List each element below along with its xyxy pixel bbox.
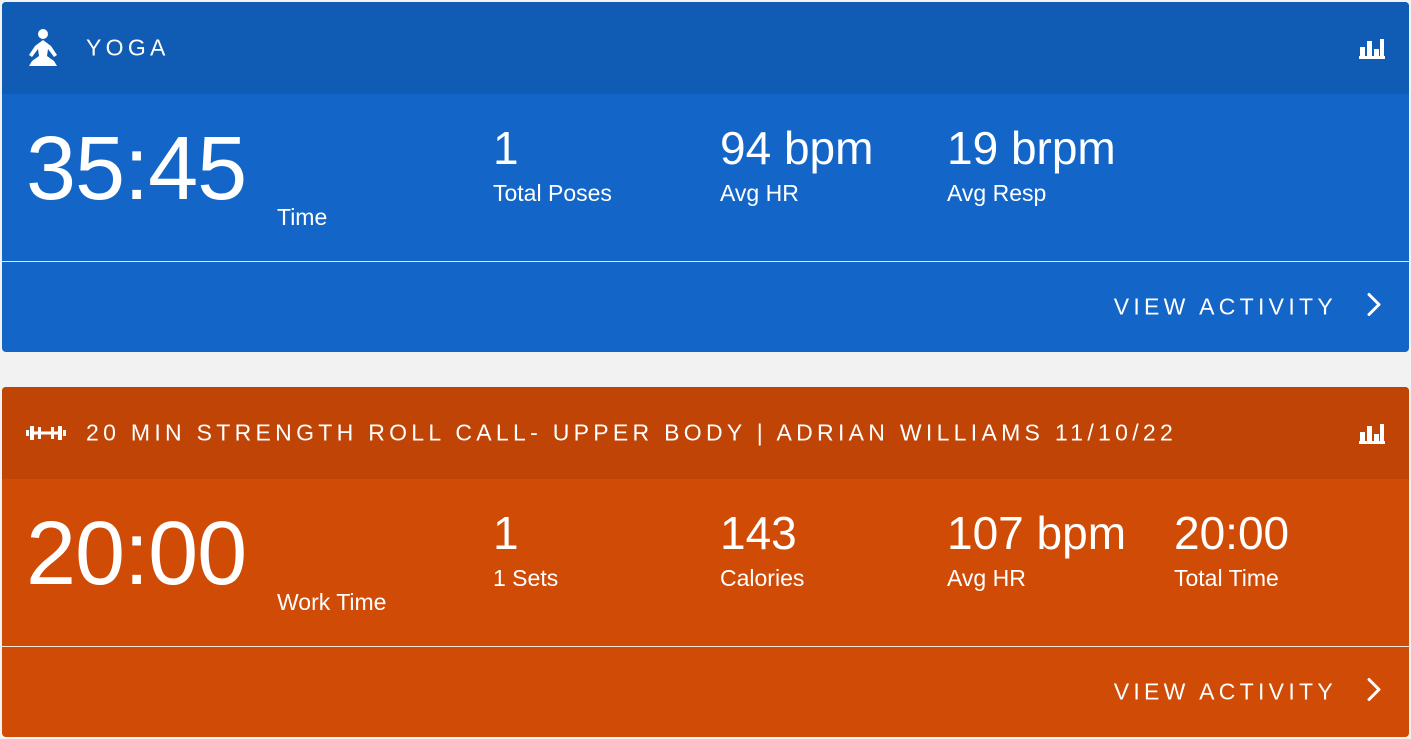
stat-label: 1 Sets: [493, 565, 559, 591]
card-header: 20 MIN STRENGTH ROLL CALL- UPPER BODY | …: [2, 387, 1409, 479]
yoga-pose-icon: [26, 28, 60, 68]
stat-value: 1: [493, 507, 519, 559]
stat-label: Total Poses: [493, 180, 612, 206]
stat-calories: 143 Calories: [720, 507, 804, 593]
card-title: YOGA: [86, 34, 170, 61]
card-header: YOGA: [2, 2, 1409, 94]
stat-sets: 1 1 Sets: [493, 507, 558, 593]
card-body: 35:45 Time 1 Total Poses 94 bpm Avg HR 1…: [2, 94, 1409, 261]
chevron-right-icon[interactable]: [1367, 293, 1381, 322]
stat-avg-hr: 94 bpm Avg HR: [720, 122, 873, 208]
stat-total-time: 20:00 Total Time: [1174, 507, 1289, 593]
main-label: Time: [277, 204, 328, 230]
stat-label: Calories: [720, 565, 805, 591]
stat-value: 1: [493, 122, 519, 174]
stat-value: 143: [720, 507, 797, 559]
stat-value: 20:00: [1174, 507, 1290, 559]
card-footer: VIEW ACTIVITY: [2, 262, 1409, 352]
card-body: 20:00 Work Time 1 1 Sets 143 Calories 10…: [2, 479, 1409, 646]
card-footer: VIEW ACTIVITY: [2, 647, 1409, 737]
dumbbell-icon: [26, 425, 66, 441]
view-activity-label[interactable]: VIEW ACTIVITY: [1114, 679, 1337, 706]
stat-avg-hr: 107 bpm Avg HR: [947, 507, 1126, 593]
stat-value: 107 bpm: [947, 507, 1127, 559]
stat-label: Avg Resp: [947, 180, 1047, 206]
stat-label: Avg HR: [947, 565, 1026, 591]
view-activity-link[interactable]: VIEW ACTIVITY: [1114, 678, 1381, 707]
activity-card-yoga: YOGA 35:45 Time 1 Total Poses 94 bpm Avg…: [2, 2, 1409, 352]
main-value: 20:00: [26, 504, 247, 604]
main-value: 35:45: [26, 119, 247, 219]
main-label: Work Time: [277, 589, 387, 615]
bar-chart-icon[interactable]: [1359, 37, 1385, 59]
stat-label: Avg HR: [720, 180, 799, 206]
card-title: 20 MIN STRENGTH ROLL CALL- UPPER BODY | …: [86, 419, 1178, 446]
view-activity-label[interactable]: VIEW ACTIVITY: [1114, 294, 1337, 321]
activity-card-strength: 20 MIN STRENGTH ROLL CALL- UPPER BODY | …: [2, 387, 1409, 737]
stat-value: 19 brpm: [947, 122, 1116, 174]
chevron-right-icon[interactable]: [1367, 678, 1381, 707]
bar-chart-icon[interactable]: [1359, 422, 1385, 444]
view-activity-link[interactable]: VIEW ACTIVITY: [1114, 293, 1381, 322]
stat-total-poses: 1 Total Poses: [493, 122, 612, 208]
stat-label: Total Time: [1174, 565, 1279, 591]
stat-value: 94 bpm: [720, 122, 874, 174]
stat-avg-resp: 19 brpm Avg Resp: [947, 122, 1116, 208]
